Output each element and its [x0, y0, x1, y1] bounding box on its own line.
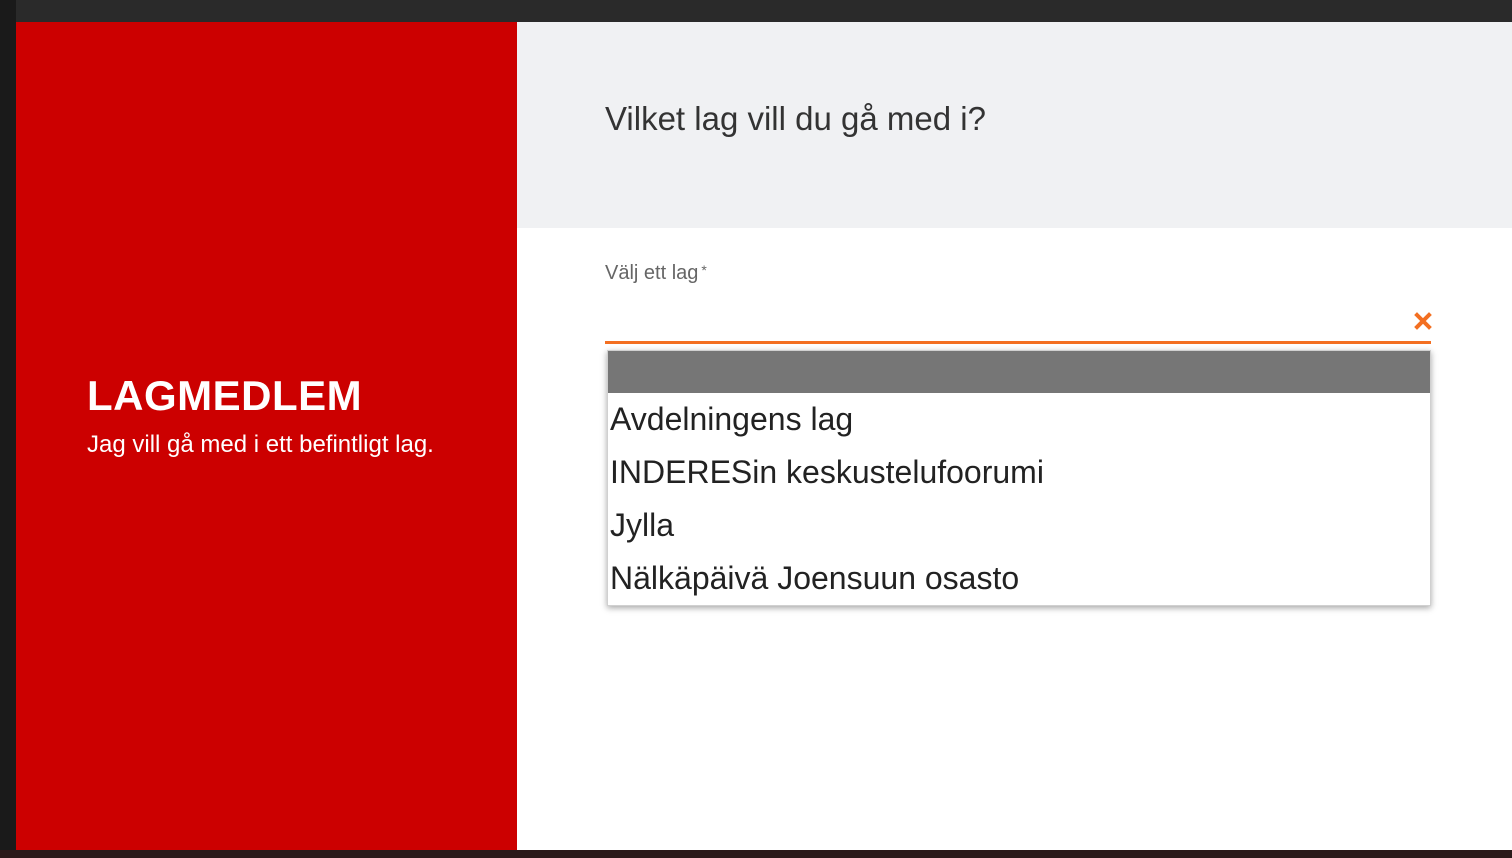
- backdrop-bottom: [0, 850, 1512, 858]
- form-panel: Vilket lag vill du gå med i? Välj ett la…: [517, 22, 1512, 850]
- question-header: Vilket lag vill du gå med i?: [517, 22, 1512, 228]
- team-option[interactable]: Jylla: [608, 499, 1430, 552]
- team-dropdown-list[interactable]: Avdelningens lag INDERESin keskustelufoo…: [607, 350, 1431, 606]
- role-title: LAGMEDLEM: [87, 372, 363, 419]
- question-title: Vilket lag vill du gå med i?: [605, 100, 986, 137]
- team-option[interactable]: INDERESin keskustelufoorumi: [608, 446, 1430, 499]
- team-option-empty[interactable]: [608, 351, 1430, 393]
- backdrop-left: [0, 0, 16, 858]
- role-panel: LAGMEDLEM Jag vill gå med i ett befintli…: [16, 22, 517, 850]
- join-team-modal: LAGMEDLEM Jag vill gå med i ett befintli…: [16, 22, 1512, 850]
- team-option[interactable]: Nälkäpäivä Joensuun osasto: [608, 552, 1430, 605]
- team-option[interactable]: Avdelningens lag: [608, 393, 1430, 446]
- team-select-label: Välj ett lag *: [605, 262, 707, 285]
- role-description: Jag vill gå med i ett befintligt lag.: [87, 431, 434, 458]
- clear-selection-icon[interactable]: [1410, 308, 1436, 334]
- required-marker: *: [701, 262, 707, 278]
- team-select-label-text: Välj ett lag: [605, 262, 699, 284]
- team-select-underline[interactable]: [605, 341, 1431, 344]
- backdrop-top: [0, 0, 1512, 22]
